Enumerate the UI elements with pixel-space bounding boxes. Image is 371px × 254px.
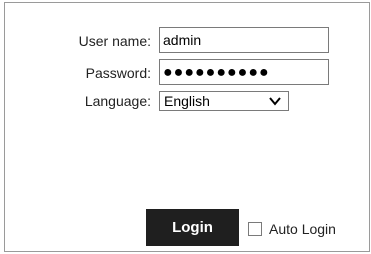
login-button[interactable]: Login: [146, 209, 239, 246]
username-row: User name: admin: [5, 27, 369, 55]
password-mask: ●●●●●●●●●●: [163, 64, 270, 81]
password-row: Password: ●●●●●●●●●●: [5, 59, 369, 87]
password-input[interactable]: ●●●●●●●●●●: [159, 59, 329, 85]
auto-login-label: Auto Login: [269, 221, 336, 237]
login-button-label: Login: [172, 219, 213, 236]
login-panel: User name: admin Password: ●●●●●●●●●● La…: [4, 2, 370, 252]
language-row: Language: English: [5, 91, 369, 119]
language-select[interactable]: English: [159, 91, 289, 111]
auto-login-option[interactable]: Auto Login: [248, 220, 336, 238]
username-label: User name:: [78, 33, 151, 49]
auto-login-checkbox[interactable]: [248, 222, 262, 236]
password-label: Password:: [85, 65, 151, 81]
language-value: English: [164, 93, 210, 109]
username-input[interactable]: admin: [159, 27, 329, 53]
username-value: admin: [163, 32, 202, 48]
language-label: Language:: [84, 93, 151, 109]
chevron-down-icon: [269, 97, 281, 106]
